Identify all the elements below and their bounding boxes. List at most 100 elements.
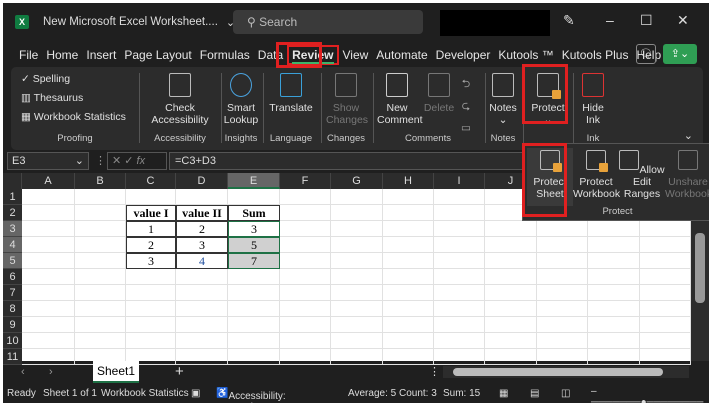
cell[interactable] — [280, 317, 331, 333]
cell[interactable] — [640, 221, 691, 237]
row-header[interactable]: 6 — [3, 269, 22, 285]
cell[interactable] — [383, 317, 434, 333]
check-accessibility-button[interactable]: Check Accessibility Accessibility — [141, 69, 219, 148]
cell[interactable] — [176, 333, 228, 349]
row-header[interactable]: 7 — [3, 285, 22, 301]
cell[interactable] — [640, 237, 691, 253]
cell[interactable] — [331, 189, 383, 205]
row-header[interactable]: 3 — [3, 221, 22, 237]
cell[interactable] — [537, 221, 588, 237]
cell[interactable] — [126, 333, 176, 349]
comment-nav-icons[interactable]: ⮌ ⮎ ▭ — [461, 73, 471, 139]
cell[interactable] — [383, 285, 434, 301]
cell[interactable] — [640, 269, 691, 285]
table-cell[interactable]: 3 — [228, 221, 280, 237]
cell[interactable] — [75, 221, 126, 237]
row-header[interactable]: 9 — [3, 317, 22, 333]
table-cell[interactable]: 4 — [176, 253, 228, 269]
table-cell[interactable]: 3 — [126, 253, 176, 269]
cell[interactable] — [126, 301, 176, 317]
tab-kutools-[interactable]: Kutools ™ — [494, 48, 557, 62]
cell[interactable] — [485, 253, 537, 269]
table-cell[interactable]: 7 — [228, 253, 280, 269]
cell[interactable] — [383, 269, 434, 285]
cell[interactable] — [75, 253, 126, 269]
cell[interactable] — [22, 269, 75, 285]
cell[interactable] — [434, 317, 485, 333]
cell[interactable] — [280, 237, 331, 253]
protect-workbook-button[interactable]: Protect Workbook — [573, 148, 620, 200]
cell[interactable] — [22, 237, 75, 253]
cell[interactable] — [280, 253, 331, 269]
cell[interactable] — [331, 237, 383, 253]
cell[interactable] — [331, 221, 383, 237]
zoom-slider[interactable]: – ───────●──────── + — [591, 386, 709, 403]
cell[interactable] — [434, 269, 485, 285]
cell[interactable] — [640, 333, 691, 349]
tab-file[interactable]: File — [15, 48, 42, 62]
macro-icon[interactable]: ▣ — [191, 388, 200, 399]
row-header[interactable]: 1 — [3, 189, 22, 205]
cell[interactable] — [22, 189, 75, 205]
cell[interactable] — [331, 301, 383, 317]
cell[interactable] — [280, 333, 331, 349]
cell[interactable] — [588, 221, 640, 237]
show-changes-button[interactable]: Show Changes Changes — [321, 69, 371, 148]
cell[interactable] — [22, 333, 75, 349]
cell[interactable] — [280, 205, 331, 221]
cell[interactable] — [331, 205, 383, 221]
horizontal-scrollbar[interactable] — [443, 366, 689, 378]
cell[interactable] — [22, 221, 75, 237]
cell[interactable] — [176, 269, 228, 285]
cell[interactable] — [176, 317, 228, 333]
cell[interactable] — [22, 285, 75, 301]
cell[interactable] — [331, 333, 383, 349]
cell[interactable] — [537, 237, 588, 253]
cell[interactable] — [383, 237, 434, 253]
cell[interactable] — [485, 285, 537, 301]
normal-view-icon[interactable]: ▦ — [499, 388, 508, 399]
sheet-tab-sheet1[interactable]: Sheet1 — [93, 361, 139, 383]
cell[interactable] — [537, 317, 588, 333]
tab-formulas[interactable]: Formulas — [196, 48, 254, 62]
table-cell[interactable]: 3 — [176, 237, 228, 253]
column-header[interactable]: C — [126, 173, 176, 189]
hide-ink-button[interactable]: Hide Ink Ink — [573, 69, 613, 148]
row-header[interactable]: 2 — [3, 205, 22, 221]
cell[interactable] — [228, 301, 280, 317]
table-header[interactable]: value II — [176, 205, 228, 221]
cell[interactable] — [485, 301, 537, 317]
smart-lookup-button[interactable]: Smart Lookup Insights — [221, 69, 261, 148]
tab-developer[interactable]: Developer — [432, 48, 495, 62]
cell[interactable] — [640, 301, 691, 317]
cell[interactable] — [22, 205, 75, 221]
column-header[interactable]: B — [75, 173, 126, 189]
select-all-corner[interactable] — [3, 173, 22, 189]
cell[interactable] — [22, 253, 75, 269]
cell[interactable] — [75, 189, 126, 205]
new-comment-button[interactable]: New Comment — [377, 69, 423, 126]
cell[interactable] — [331, 317, 383, 333]
cell[interactable] — [22, 301, 75, 317]
table-header[interactable]: value I — [126, 205, 176, 221]
cell[interactable] — [537, 253, 588, 269]
cell[interactable] — [126, 269, 176, 285]
cell[interactable] — [280, 285, 331, 301]
cell[interactable] — [588, 333, 640, 349]
row-header[interactable]: 8 — [3, 301, 22, 317]
status-workbook-statistics[interactable]: Workbook Statistics — [101, 388, 189, 399]
cell[interactable] — [22, 317, 75, 333]
tab-insert[interactable]: Insert — [82, 48, 120, 62]
cell[interactable] — [485, 317, 537, 333]
cell[interactable] — [640, 317, 691, 333]
cell[interactable] — [588, 285, 640, 301]
tab-automate[interactable]: Automate — [372, 48, 431, 62]
unshare-workbook-button[interactable]: Unshare Workbook — [665, 148, 709, 200]
cell[interactable] — [434, 285, 485, 301]
table-cell[interactable]: 1 — [126, 221, 176, 237]
cell[interactable] — [383, 205, 434, 221]
cell[interactable] — [126, 189, 176, 205]
accessibility-status[interactable]: ♿ Accessibility: Good to go — [216, 388, 286, 403]
tab-page-layout[interactable]: Page Layout — [120, 48, 195, 62]
cell[interactable] — [75, 205, 126, 221]
